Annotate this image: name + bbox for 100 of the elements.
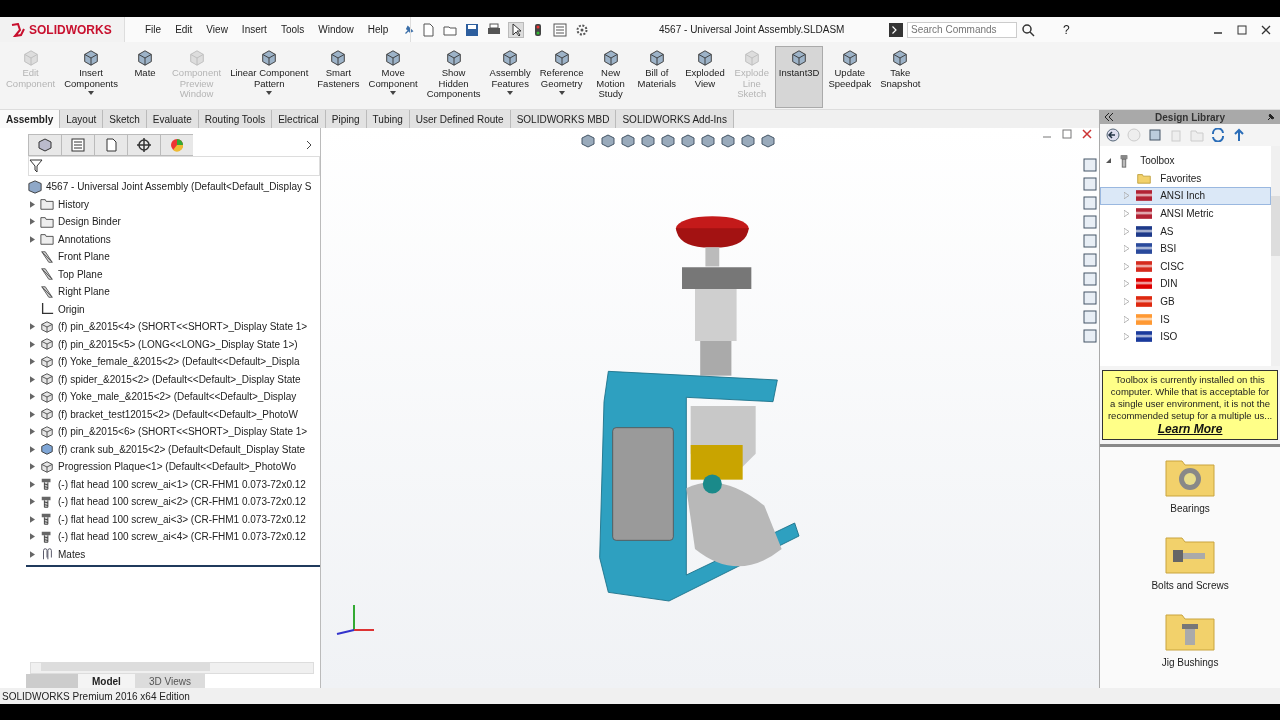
- search-field[interactable]: Search Commands: [907, 21, 1017, 38]
- tree-item[interactable]: Toolbox: [1137, 153, 1178, 169]
- expand-arrow-icon[interactable]: [30, 218, 35, 226]
- expand-arrow-icon[interactable]: [30, 393, 35, 401]
- folder-label[interactable]: Jig Bushings: [1161, 657, 1219, 668]
- new-document-icon[interactable]: [421, 22, 435, 37]
- expand-arrow-icon[interactable]: [30, 445, 35, 453]
- ribbon-button[interactable]: Move Component: [364, 46, 422, 108]
- ribbon-button[interactable]: Linear Component Pattern: [226, 46, 313, 108]
- tab[interactable]: Routing Tools: [198, 110, 273, 128]
- tree-item[interactable]: Origin: [0, 300, 320, 318]
- menu-item[interactable]: Insert: [241, 24, 267, 35]
- view-tool-icon[interactable]: [661, 134, 675, 148]
- tree-item[interactable]: (-) flat head 100 screw_ai<3> (CR-FHM1 0.073-72x0.12: [0, 510, 320, 528]
- expand-arrow-icon[interactable]: [30, 235, 35, 243]
- tree-item[interactable]: (f) bracket_test12015<2> (Default<<Default>_PhotoW: [0, 405, 320, 423]
- tree-item[interactable]: ANSI Metric: [1100, 204, 1271, 223]
- caret-icon[interactable]: [558, 91, 565, 95]
- tree-item[interactable]: (f) spider_&2015<2> (Default<<Default>_Display State: [0, 370, 320, 388]
- tab[interactable]: Assembly: [0, 110, 61, 128]
- caret-icon[interactable]: [390, 91, 397, 95]
- menu-item[interactable]: File: [145, 24, 162, 35]
- restore-icon[interactable]: [1061, 128, 1074, 140]
- task-pane-icon[interactable]: [1083, 158, 1098, 172]
- tree-item[interactable]: Design Binder: [0, 213, 320, 231]
- scrollbar[interactable]: [30, 662, 314, 674]
- expand-arrow-icon[interactable]: [30, 533, 35, 541]
- ribbon-button[interactable]: Bill of Materials: [633, 46, 681, 108]
- view-tool-icon[interactable]: [681, 134, 695, 148]
- ribbon-button[interactable]: Insert Components: [60, 46, 122, 108]
- tab[interactable]: Layout: [60, 110, 104, 128]
- learn-more-link[interactable]: Learn More: [1157, 422, 1223, 436]
- back-icon[interactable]: [1106, 128, 1121, 142]
- expand-arrow-icon[interactable]: [30, 410, 35, 418]
- caret-icon[interactable]: [507, 91, 514, 95]
- ribbon-button[interactable]: Assembly Features: [485, 46, 535, 108]
- collapse-icon[interactable]: [1104, 112, 1115, 122]
- tree-item[interactable]: GB: [1100, 292, 1271, 311]
- search-icon[interactable]: [1021, 22, 1035, 37]
- tree-item[interactable]: BSI: [1100, 239, 1271, 258]
- tree-item[interactable]: Mates: [0, 545, 320, 563]
- menu-item[interactable]: Help: [367, 24, 389, 35]
- tree-item[interactable]: Right Plane: [0, 283, 320, 301]
- view-tool-icon[interactable]: [741, 134, 755, 148]
- expand-arrow-icon[interactable]: [30, 480, 35, 488]
- ribbon-button[interactable]: Instant3D: [774, 46, 824, 108]
- expand-arrow-icon[interactable]: [30, 200, 35, 208]
- menu-item[interactable]: Tools: [280, 24, 305, 35]
- tree-item[interactable]: ISO: [1100, 327, 1271, 346]
- expanded-arrow-icon[interactable]: [1106, 158, 1112, 164]
- tree-item[interactable]: IS: [1100, 310, 1271, 328]
- view-tool-icon[interactable]: [621, 134, 635, 148]
- tab[interactable]: Sketch: [103, 110, 147, 128]
- refresh-icon[interactable]: [1211, 128, 1226, 142]
- tree-item[interactable]: History: [0, 195, 320, 213]
- ribbon-button[interactable]: Show Hidden Components: [422, 46, 485, 108]
- tree-item[interactable]: (f) crank sub_&2015<2> (Default<Default_Display State: [0, 440, 320, 458]
- ribbon-button[interactable]: Smart Fasteners: [313, 46, 364, 108]
- ribbon-button[interactable]: New Motion Study: [588, 46, 633, 108]
- view-tool-icon[interactable]: [701, 134, 715, 148]
- menu-item[interactable]: View: [206, 24, 228, 35]
- print-icon[interactable]: [487, 22, 501, 37]
- expand-arrow-icon[interactable]: [30, 515, 35, 523]
- expand-arrow-icon[interactable]: [30, 375, 35, 383]
- tree-item[interactable]: Front Plane: [0, 248, 320, 266]
- help-button[interactable]: ?: [1063, 22, 1070, 37]
- task-pane-icon[interactable]: [1083, 177, 1098, 191]
- tree-item[interactable]: (f) Yoke_female_&2015<2> (Default<<Default>_Displa: [0, 353, 320, 371]
- view-tool-icon[interactable]: [581, 134, 595, 148]
- tab[interactable]: Piping: [325, 110, 367, 128]
- scrollbar[interactable]: [1271, 146, 1280, 366]
- task-pane-icon[interactable]: [1083, 272, 1098, 286]
- expand-arrow-icon[interactable]: [30, 463, 35, 471]
- tree-item[interactable]: Progression Plaque<1> (Default<<Default>_PhotoWo: [0, 458, 320, 476]
- caret-icon[interactable]: [266, 91, 273, 95]
- expand-arrow-icon[interactable]: [30, 323, 35, 331]
- cube-icon[interactable]: [28, 134, 61, 156]
- crosshair-icon[interactable]: [127, 134, 160, 156]
- ribbon-button[interactable]: Mate: [123, 46, 167, 108]
- tab[interactable]: SOLIDWORKS MBD: [510, 110, 617, 128]
- view-tool-icon[interactable]: [641, 134, 655, 148]
- tree-item[interactable]: Top Plane: [0, 265, 320, 283]
- task-pane-icon[interactable]: [1083, 234, 1098, 248]
- tree-item[interactable]: (f) Yoke_male_&2015<2> (Default<<Default>_Display: [0, 388, 320, 406]
- pin-icon[interactable]: [1266, 112, 1276, 122]
- view-tool-icon[interactable]: [721, 134, 735, 148]
- folder-label[interactable]: Bearings: [1170, 503, 1210, 514]
- cursor-icon[interactable]: [509, 22, 523, 37]
- task-pane-icon[interactable]: [1083, 253, 1098, 267]
- ribbon-button[interactable]: Reference Geometry: [535, 46, 588, 108]
- tab[interactable]: User Defined Route: [409, 110, 511, 128]
- tab[interactable]: Electrical: [272, 110, 326, 128]
- filter-icon[interactable]: [29, 159, 43, 173]
- bushing-folder-icon[interactable]: [1165, 611, 1216, 651]
- tab[interactable]: SOLIDWORKS Add-Ins: [616, 110, 734, 128]
- menu-item[interactable]: Edit: [175, 24, 193, 35]
- bearing-folder-icon[interactable]: [1165, 457, 1216, 497]
- folder-label[interactable]: Bolts and Screws: [1151, 580, 1229, 591]
- tree-item[interactable]: (f) pin_&2015<5> (LONG<<LONG>_Display State 1>): [0, 335, 320, 353]
- tree-item[interactable]: (f) pin_&2015<6> (SHORT<<SHORT>_Display State 1>: [0, 423, 320, 441]
